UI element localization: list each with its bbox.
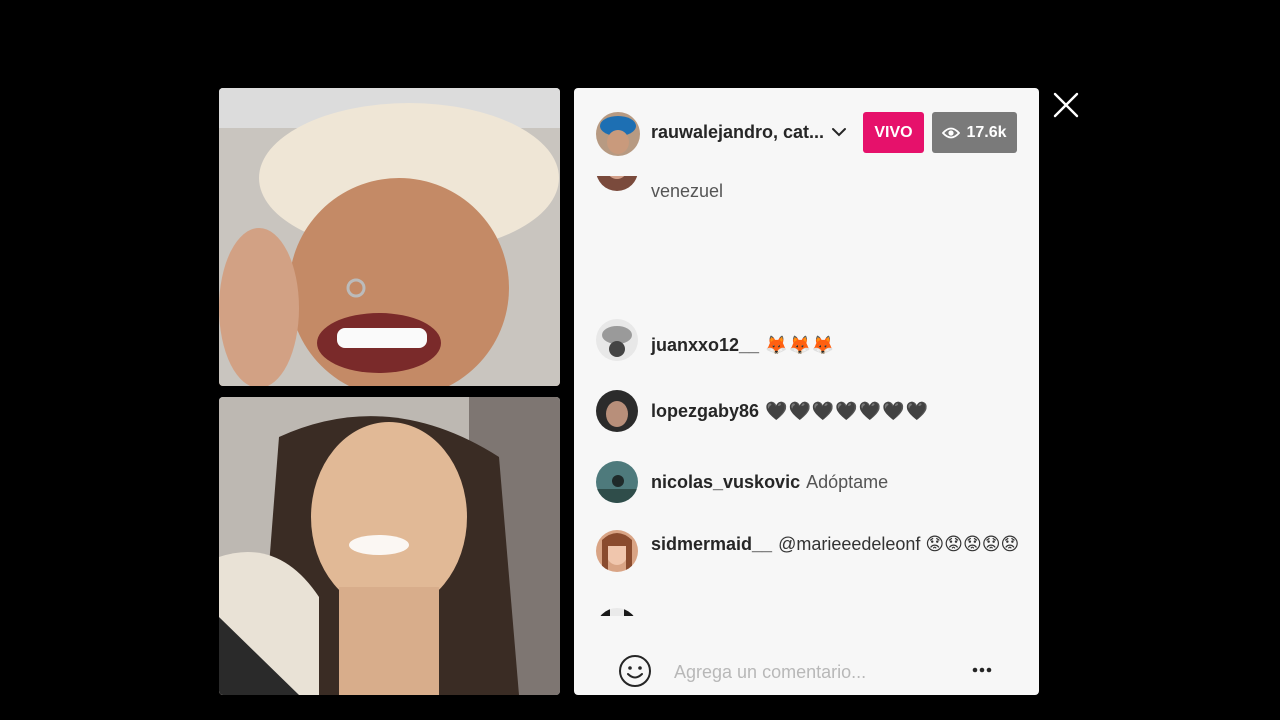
eye-icon xyxy=(942,127,961,138)
viewer-count: 17.6k xyxy=(966,123,1007,141)
comment-avatar[interactable] xyxy=(596,461,638,503)
comment-avatar[interactable] xyxy=(596,319,638,361)
comment-text: venezuel xyxy=(651,179,1021,204)
comment-message: @marieeedeleonf 😟😟😟😟😟 xyxy=(778,534,1020,554)
comment-username[interactable]: juanxxo12__ xyxy=(651,335,759,355)
comment-message: 🖤🖤🖤🖤🖤🖤🖤 xyxy=(765,401,929,421)
live-panel: rauwalejandro, cat... VIVO 17.6k venezue… xyxy=(574,88,1039,695)
comment-message: venezuel xyxy=(651,181,724,201)
comment-avatar[interactable] xyxy=(596,608,638,616)
live-badge: VIVO xyxy=(863,112,924,153)
comment-input[interactable] xyxy=(674,659,914,685)
comment-username[interactable]: nicolas_vuskovic xyxy=(651,472,800,492)
comment-avatar[interactable] xyxy=(596,390,638,432)
comment-username[interactable]: sidmermaid__ xyxy=(651,534,772,554)
chevron-down-icon[interactable] xyxy=(830,123,848,141)
comment-message: Adóptame xyxy=(806,472,889,492)
close-icon[interactable] xyxy=(1053,92,1079,118)
emoji-icon[interactable] xyxy=(618,654,652,688)
host-avatar[interactable] xyxy=(596,112,640,156)
comment-text: nicolas_vuskovic Adóptame xyxy=(651,470,1021,495)
comment-message: 🦊🦊🦊 xyxy=(765,335,836,355)
participant-video-top xyxy=(219,88,560,386)
comment-avatar[interactable] xyxy=(596,176,638,191)
viewer-count-badge[interactable]: 17.6k xyxy=(932,112,1017,153)
comment-username[interactable]: lopezgaby86 xyxy=(651,401,759,421)
comment-text: juanxxo12__ 🦊🦊🦊 xyxy=(651,333,1021,358)
participant-video-bottom xyxy=(219,397,560,695)
comment-text: lopezgaby86 🖤🖤🖤🖤🖤🖤🖤 xyxy=(651,399,1021,424)
live-header: rauwalejandro, cat... VIVO 17.6k xyxy=(574,88,1039,176)
comment-avatar[interactable] xyxy=(596,530,638,572)
comment-bar xyxy=(574,616,1039,695)
comment-list[interactable]: venezuel juanxxo12__ 🦊🦊🦊 lopezgaby86 🖤🖤🖤🖤🖤… xyxy=(574,176,1039,616)
host-name[interactable]: rauwalejandro, cat... xyxy=(651,122,824,143)
comment-text: sidmermaid__ @marieeedeleonf 😟😟😟😟😟 xyxy=(651,532,1021,557)
more-options-icon[interactable] xyxy=(970,662,994,678)
